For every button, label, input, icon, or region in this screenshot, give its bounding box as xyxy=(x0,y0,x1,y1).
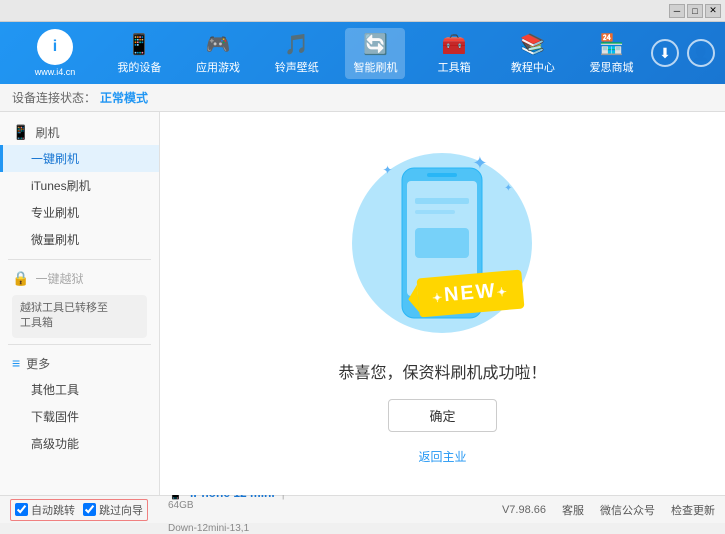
skip-wizard-label: 跳过向导 xyxy=(99,502,143,518)
flash-section-label: 刷机 xyxy=(35,124,59,141)
status-bar: 设备连接状态： 正常模式 xyxy=(0,84,725,112)
sidebar-item-one-key-flash[interactable]: 一键刷机 xyxy=(0,145,159,172)
sidebar-section-more: ≡ 更多 其他工具 下载固件 高级功能 xyxy=(0,351,159,457)
sidebar-section-header-jailbreak: 🔒 一键越狱 xyxy=(0,266,159,291)
download-button[interactable]: ⬇ xyxy=(651,39,679,67)
apps-games-icon: 🎮 xyxy=(206,32,231,57)
nav-label-ringtones: 铃声壁纸 xyxy=(275,59,319,75)
jailbreak-section-label: 一键越狱 xyxy=(35,270,83,287)
shop-icon: 🏪 xyxy=(599,32,624,57)
nav-label-smart-flash: 智能刷机 xyxy=(353,59,397,75)
logo-url: www.i4.cn xyxy=(35,67,76,77)
new-ribbon: ✦NEW✦ xyxy=(416,269,524,317)
logo-area[interactable]: i www.i4.cn xyxy=(10,29,100,77)
minimize-button[interactable]: ─ xyxy=(669,4,685,18)
sidebar-item-other-tools[interactable]: 其他工具 xyxy=(0,376,159,403)
close-button[interactable]: ✕ xyxy=(705,4,721,18)
main-layout: 📱 刷机 一键刷机 iTunes刷机 专业刷机 微量刷机 🔒 一键越狱 xyxy=(0,112,725,495)
sparkle-1: ✦ xyxy=(382,163,392,177)
bottom-bar: 自动跳转 跳过向导 📱 iPhone 12 mini | 64GB Down-1… xyxy=(0,495,725,523)
nav-item-apps-games[interactable]: 🎮 应用游戏 xyxy=(188,28,248,79)
top-nav: i www.i4.cn 📱 我的设备 🎮 应用游戏 🎵 铃声壁纸 🔄 智能刷机 … xyxy=(0,22,725,84)
my-device-icon: 📱 xyxy=(127,32,152,57)
success-illustration: ✦ ✦ ✦ xyxy=(338,143,546,465)
sidebar-section-header-flash: 📱 刷机 xyxy=(0,120,159,145)
window-controls[interactable]: ─ □ ✕ xyxy=(669,4,721,18)
nav-item-ringtones[interactable]: 🎵 铃声壁纸 xyxy=(267,28,327,79)
nav-label-shop: 爱思商城 xyxy=(590,59,634,75)
nav-item-tutorial[interactable]: 📚 教程中心 xyxy=(503,28,563,79)
device-system: Down-12mini-13,1 xyxy=(168,523,289,534)
smart-flash-icon: 🔄 xyxy=(363,32,388,57)
sidebar-section-header-more: ≡ 更多 xyxy=(0,351,159,376)
sidebar: 📱 刷机 一键刷机 iTunes刷机 专业刷机 微量刷机 🔒 一键越狱 xyxy=(0,112,160,495)
device-storage: 64GB xyxy=(168,500,289,511)
toolbox-icon: 🧰 xyxy=(442,32,467,57)
phone-container: ✦ ✦ ✦ xyxy=(352,143,532,343)
confirm-button[interactable]: 确定 xyxy=(388,399,496,432)
nav-label-apps-games: 应用游戏 xyxy=(196,59,240,75)
content-area: ✦ ✦ ✦ xyxy=(160,112,725,495)
wechat-public-link[interactable]: 微信公众号 xyxy=(600,502,655,518)
success-message: 恭喜您，保资料刷机成功啦！ xyxy=(338,359,546,383)
version-text: V7.98.66 xyxy=(502,504,546,516)
sidebar-item-save-flash[interactable]: 微量刷机 xyxy=(0,226,159,253)
status-label: 设备连接状态： xyxy=(12,89,96,106)
title-bar: ─ □ ✕ xyxy=(0,0,725,22)
sidebar-section-jailbreak: 🔒 一键越狱 越狱工具已转移至工具箱 xyxy=(0,266,159,338)
auto-redirect-checkbox[interactable]: 自动跳转 xyxy=(15,502,75,518)
more-section-icon: ≡ xyxy=(12,355,20,371)
sidebar-item-pro-flash[interactable]: 专业刷机 xyxy=(0,199,159,226)
nav-item-smart-flash[interactable]: 🔄 智能刷机 xyxy=(345,28,405,79)
nav-item-shop[interactable]: 🏪 爱思商城 xyxy=(582,28,642,79)
ringtones-icon: 🎵 xyxy=(284,32,309,57)
sparkle-3: ✦ xyxy=(504,183,512,194)
check-update-link[interactable]: 检查更新 xyxy=(671,502,715,518)
skip-wizard-checkbox[interactable]: 跳过向导 xyxy=(83,502,143,518)
logo-icon: i xyxy=(37,29,73,65)
sidebar-section-flash: 📱 刷机 一键刷机 iTunes刷机 专业刷机 微量刷机 xyxy=(0,120,159,253)
auto-redirect-input[interactable] xyxy=(15,503,28,516)
maximize-button[interactable]: □ xyxy=(687,4,703,18)
status-value: 正常模式 xyxy=(100,89,148,106)
nav-label-toolbox: 工具箱 xyxy=(438,59,471,75)
more-section-label: 更多 xyxy=(26,355,50,372)
sidebar-item-download-firmware[interactable]: 下载固件 xyxy=(0,403,159,430)
tutorial-icon: 📚 xyxy=(520,32,545,57)
divider-2 xyxy=(8,344,151,345)
jailbreak-note: 越狱工具已转移至工具箱 xyxy=(12,295,147,338)
nav-label-tutorial: 教程中心 xyxy=(511,59,555,75)
nav-right: ⬇ 👤 xyxy=(651,39,715,67)
customer-service-link[interactable]: 客服 xyxy=(562,502,584,518)
flash-section-icon: 📱 xyxy=(12,124,29,141)
sparkle-2: ✦ xyxy=(472,153,487,174)
nav-item-toolbox[interactable]: 🧰 工具箱 xyxy=(424,28,484,79)
bottom-right: V7.98.66 客服 微信公众号 检查更新 xyxy=(502,502,715,518)
jailbreak-section-icon: 🔒 xyxy=(12,270,29,287)
user-button[interactable]: 👤 xyxy=(687,39,715,67)
nav-label-my-device: 我的设备 xyxy=(117,59,161,75)
sidebar-item-itunes-flash[interactable]: iTunes刷机 xyxy=(0,172,159,199)
skip-wizard-input[interactable] xyxy=(83,503,96,516)
return-link[interactable]: 返回主业 xyxy=(418,448,466,465)
sidebar-item-advanced[interactable]: 高级功能 xyxy=(0,430,159,457)
new-badge-text: ✦NEW✦ xyxy=(431,278,509,307)
divider-1 xyxy=(8,259,151,260)
checkbox-group: 自动跳转 跳过向导 xyxy=(10,499,148,521)
auto-redirect-label: 自动跳转 xyxy=(31,502,75,518)
nav-items: 📱 我的设备 🎮 应用游戏 🎵 铃声壁纸 🔄 智能刷机 🧰 工具箱 📚 教程中心… xyxy=(100,28,651,79)
nav-item-my-device[interactable]: 📱 我的设备 xyxy=(109,28,169,79)
